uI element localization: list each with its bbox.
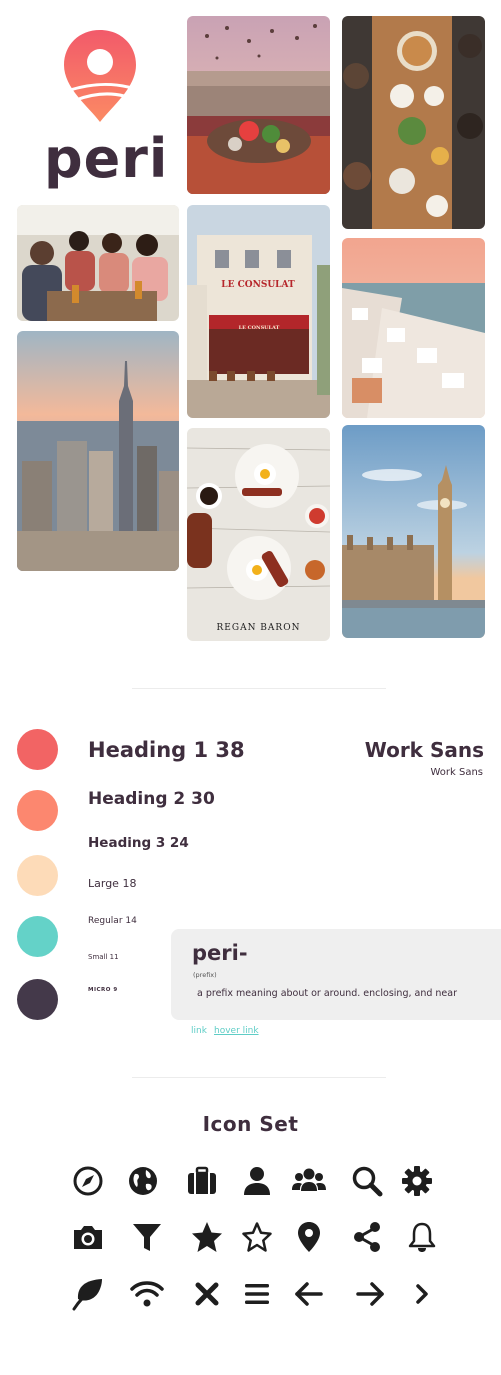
link-sample[interactable]: link <box>191 1026 207 1036</box>
font-family-caption: Work Sans <box>430 767 483 778</box>
gear-icon <box>400 1164 434 1198</box>
micro-text-sample: MICRO 9 <box>88 987 118 993</box>
definition-word: peri- <box>192 941 248 965</box>
camera-icon <box>71 1220 105 1254</box>
definition-card: peri- (prefix) a prefix meaning about or… <box>171 929 501 1020</box>
photo-credit: REGAN BARON <box>216 623 301 633</box>
section-divider <box>132 688 386 689</box>
chevron-right-icon <box>405 1277 439 1311</box>
map-pin-icon <box>292 1220 326 1254</box>
users-icon <box>292 1164 326 1198</box>
photo-balloons-terrace <box>187 16 330 194</box>
logo-wordmark: peri <box>44 127 169 190</box>
hover-link-sample[interactable]: hover link <box>214 1026 259 1036</box>
user-icon <box>240 1164 274 1198</box>
wifi-icon <box>130 1277 164 1311</box>
star-filled-icon <box>190 1220 224 1254</box>
definition-part-of-speech: (prefix) <box>193 971 217 979</box>
menu-icon <box>240 1277 274 1311</box>
photo-santorini <box>342 238 485 418</box>
cafe-awning-text: LE CONSULAT <box>238 325 280 331</box>
definition-text: a prefix meaning about or around. enclos… <box>197 988 458 999</box>
font-family-name: Work Sans <box>364 738 484 762</box>
photo-big-ben <box>342 425 485 638</box>
color-swatch-teal <box>17 916 58 957</box>
photo-overhead-dinner <box>342 16 485 229</box>
large-text-sample: Large 18 <box>88 877 137 890</box>
color-swatch-salmon <box>17 790 58 831</box>
star-outline-icon <box>240 1220 274 1254</box>
section-divider <box>132 1077 386 1078</box>
icon-set-title: Icon Set <box>202 1112 299 1136</box>
photo-friends-dining <box>17 205 179 321</box>
cafe-sign-text: LE CONSULAT <box>221 280 295 290</box>
share-icon <box>350 1220 384 1254</box>
suitcase-icon <box>185 1164 219 1198</box>
compass-icon <box>71 1164 105 1198</box>
photo-le-consulat-cafe: LE CONSULAT LE CONSULAT <box>187 205 330 418</box>
brand-logo: peri <box>30 22 170 192</box>
photo-new-york-skyline <box>17 331 179 571</box>
heading-1-sample: Heading 1 38 <box>88 738 245 762</box>
photo-breakfast-plates: REGAN BARON <box>187 428 330 641</box>
small-text-sample: Small 11 <box>88 953 119 961</box>
globe-icon <box>126 1164 160 1198</box>
search-icon <box>350 1164 384 1198</box>
arrow-right-icon <box>353 1277 387 1311</box>
leaf-icon <box>71 1277 105 1311</box>
close-icon <box>190 1277 224 1311</box>
arrow-left-icon <box>292 1277 326 1311</box>
color-swatch-peach <box>17 855 58 896</box>
bell-icon <box>405 1220 439 1254</box>
color-swatch-coral <box>17 729 58 770</box>
color-swatch-plum <box>17 979 58 1020</box>
heading-2-sample: Heading 2 30 <box>88 789 215 809</box>
map-pin-logo-icon <box>64 30 136 122</box>
regular-text-sample: Regular 14 <box>88 916 137 926</box>
heading-3-sample: Heading 3 24 <box>88 835 189 851</box>
filter-icon <box>130 1220 164 1254</box>
